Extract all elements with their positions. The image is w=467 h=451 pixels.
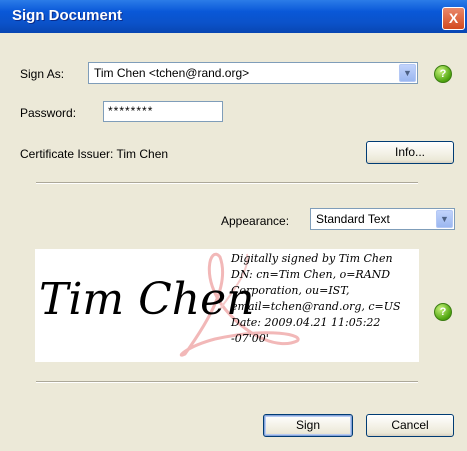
info-button[interactable]: Info...	[366, 141, 454, 164]
signature-detail-line: Corporation, ou=IST,	[231, 284, 350, 297]
sign-document-dialog: Sign Document X Sign As: Tim Chen <tchen…	[0, 0, 467, 451]
signature-details: Digitally signed by Tim Chen DN: cn=Tim …	[231, 251, 419, 347]
signature-detail-line: Date: 2009.04.21 11:05:22	[231, 316, 381, 329]
sign-as-value: Tim Chen <tchen@rand.org>	[94, 66, 250, 80]
appearance-dropdown[interactable]: Standard Text ▼	[310, 208, 455, 230]
sign-as-dropdown[interactable]: Tim Chen <tchen@rand.org> ▼	[88, 62, 418, 84]
chevron-down-icon[interactable]: ▼	[399, 64, 416, 82]
signature-preview: Tim Chen Digitally signed by Tim Chen DN…	[35, 249, 419, 362]
password-field[interactable]: ********	[103, 101, 223, 122]
dialog-title: Sign Document	[12, 7, 123, 24]
sign-as-label: Sign As:	[20, 67, 64, 81]
cancel-button[interactable]: Cancel	[366, 414, 454, 437]
chevron-down-icon[interactable]: ▼	[436, 210, 453, 228]
sign-button[interactable]: Sign	[263, 414, 353, 437]
sign-as-label-text: Sign As:	[20, 67, 65, 81]
help-icon[interactable]: ?	[434, 65, 452, 83]
certificate-issuer: Certificate Issuer: Tim Chen	[20, 147, 169, 161]
signature-detail-line: Digitally signed by Tim Chen	[231, 252, 393, 265]
help-icon[interactable]: ?	[434, 303, 452, 321]
appearance-value: Standard Text	[316, 212, 390, 226]
appearance-label: Appearance:	[221, 214, 290, 228]
separator-top	[36, 182, 418, 184]
separator-bottom	[36, 381, 418, 383]
signature-detail-line: email=tchen@rand.org, c=US	[231, 300, 401, 313]
password-label: Password:	[20, 106, 77, 120]
signature-detail-line: -07'00'	[231, 332, 269, 345]
signature-detail-line: DN: cn=Tim Chen, o=RAND	[231, 268, 391, 281]
title-bar[interactable]: Sign Document X	[0, 0, 467, 33]
close-icon[interactable]: X	[442, 7, 465, 30]
signature-name: Tim Chen	[39, 274, 255, 325]
